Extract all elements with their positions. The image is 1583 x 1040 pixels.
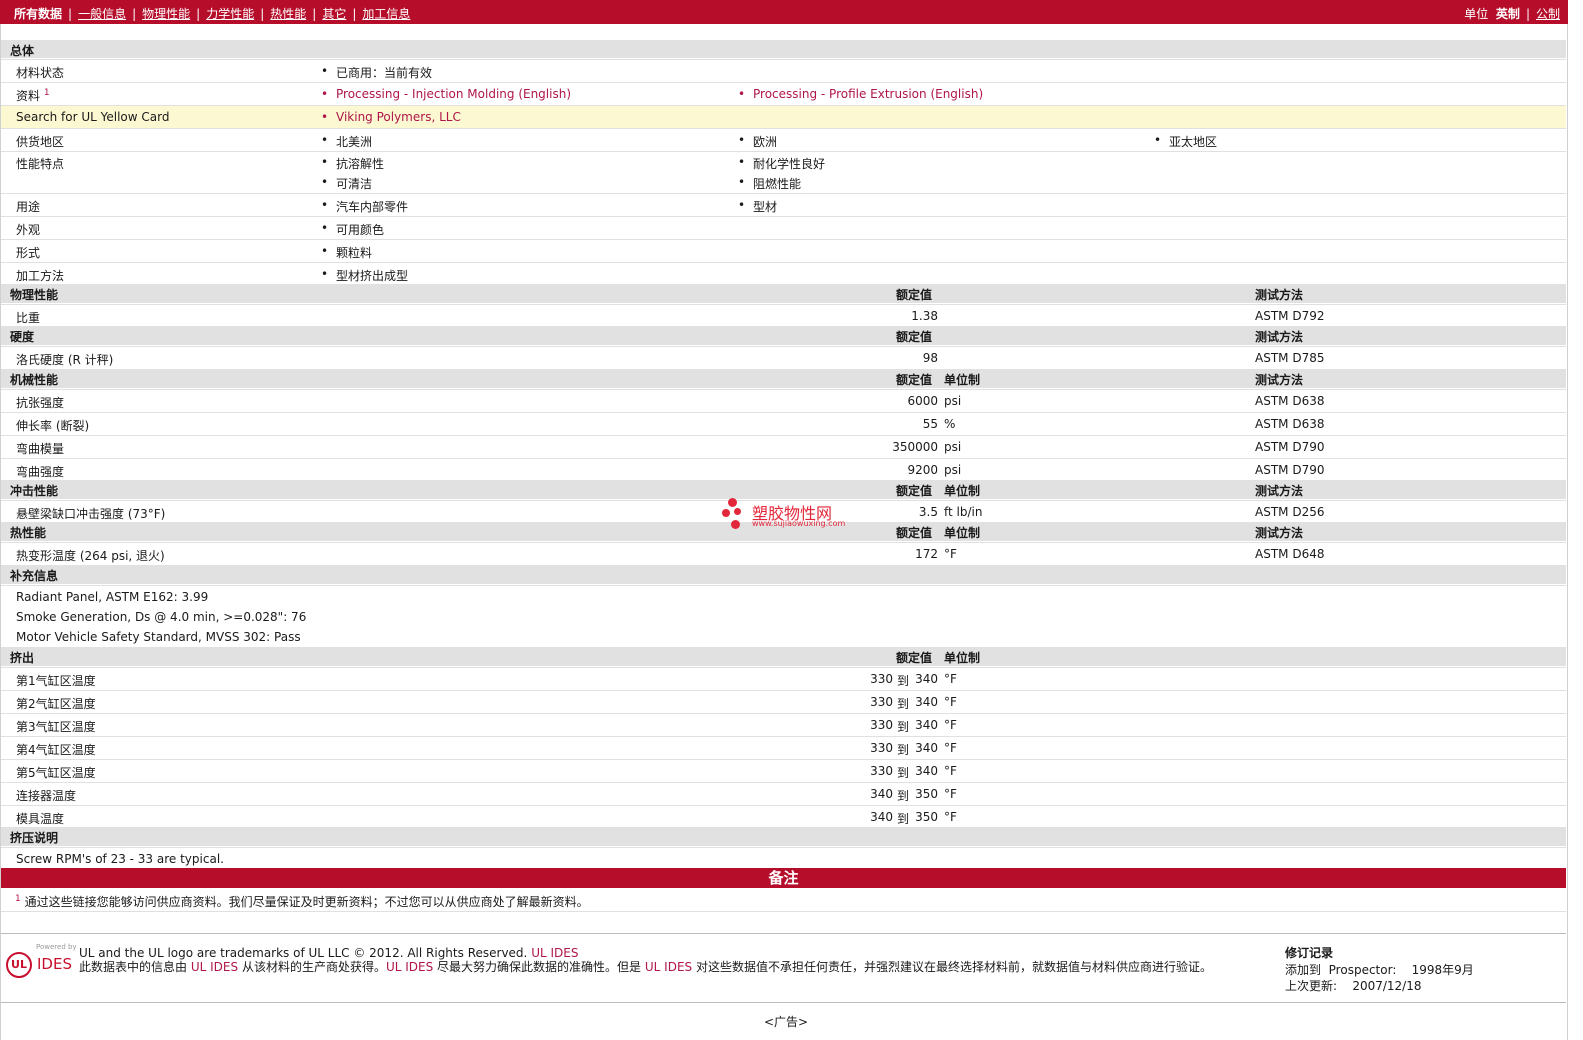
row-features: 性能特点 抗溶解性 耐化学性良好 可清洁 阻燃性能 (1, 151, 1566, 193)
row-appearance: 外观 可用颜色 (1, 216, 1566, 239)
units-imperial[interactable]: 英制 (1496, 7, 1520, 21)
row-adapter-temp: 连接器温度 340 到 350 °F (1, 782, 1566, 805)
row-elongation: 伸长率 (断裂) 55 % ASTM D638 (1, 412, 1566, 435)
extrusion-notes-text: Screw RPM's of 23 - 33 are typical. (1, 847, 1566, 869)
row-tensile-strength: 抗张强度 6000 psi ASTM D638 (1, 389, 1566, 412)
disclaimer: 此数据表中的信息由 UL IDES 从该材料的生产商处获得。UL IDES 尽最… (79, 960, 1212, 974)
section-extrusion-notes-header: 挤压说明 (1, 827, 1566, 846)
link-ul-ides[interactable]: UL IDES (531, 946, 578, 960)
revision-title: 修订记录 (1285, 946, 1334, 960)
ad-label: <广告> (764, 1015, 809, 1029)
row-heat-deflection: 热变形温度 (264 psi, 退火) 172 °F ASTM D648 (1, 542, 1566, 565)
row-form: 形式 颗粒料 (1, 239, 1566, 262)
row-die-temp: 模具温度 340 到 350 °F (1, 805, 1566, 827)
nav-all-data[interactable]: 所有数据 (14, 7, 62, 21)
row-specific-gravity: 比重 1.38 ASTM D792 (1, 304, 1566, 326)
row-processing-method: 加工方法 型材挤出成型 (1, 262, 1566, 284)
section-mechanical-header: 机械性能 额定值 单位制 测试方法 (1, 369, 1566, 388)
tab-physical[interactable]: 物理性能 (142, 7, 190, 21)
tab-processing[interactable]: 加工信息 (362, 7, 410, 21)
section-supplement-header: 补充信息 (1, 565, 1566, 584)
link-viking-polymers[interactable]: Viking Polymers, LLC (321, 110, 461, 124)
row-material-status: 材料状态 已商用：当前有效 (1, 59, 1566, 82)
tab-general[interactable]: 一般信息 (78, 7, 126, 21)
section-hardness-header: 硬度 额定值 测试方法 (1, 326, 1566, 345)
units-metric[interactable]: 公制 (1536, 7, 1560, 21)
notes-divider (1, 911, 1566, 912)
row-zone3-temp: 第3气缸区温度 330 到 340 °F (1, 713, 1566, 736)
units-label: 单位 (1464, 7, 1489, 21)
section-physical-header: 物理性能 额定值 测试方法 (1, 284, 1566, 303)
row-zone1-temp: 第1气缸区温度 330 到 340 °F (1, 667, 1566, 690)
watermark-logo: 塑胶物性网 www.sujiaowuxing.com (722, 497, 852, 533)
row-zone5-temp: 第5气缸区温度 330 到 340 °F (1, 759, 1566, 782)
notes-header: 备注 (1, 868, 1566, 888)
ul-ides-logo: Powered by UL IDES (6, 943, 77, 983)
section-extrusion-header: 挤出 额定值 单位制 (1, 647, 1566, 666)
tab-other[interactable]: 其它 (322, 7, 346, 21)
link-processing-extrusion[interactable]: Processing - Profile Extrusion (English) (738, 87, 983, 101)
row-ul-yellow-card: Search for UL Yellow Card Viking Polymer… (1, 105, 1566, 128)
footer: Powered by UL IDES UL and the UL logo ar… (1, 933, 1566, 1003)
row-flexural-strength: 弯曲强度 9200 psi ASTM D790 (1, 458, 1566, 480)
row-zone4-temp: 第4气缸区温度 330 到 340 °F (1, 736, 1566, 759)
row-documents: 资料 1 Processing - Injection Molding (Eng… (1, 82, 1566, 105)
section-general-header: 总体 (1, 40, 1566, 58)
top-nav: 所有数据 | 一般信息 | 物理性能 | 力学性能 | 热性能 | 其它 | 加工信息 单位 英制 | 公制 (0, 0, 1568, 24)
supplement-block: Radiant Panel, ASTM E162: 3.99 Smoke Gen… (1, 585, 1566, 647)
tab-mechanical[interactable]: 力学性能 (206, 7, 254, 21)
tab-thermal[interactable]: 热性能 (270, 7, 306, 21)
row-uses: 用途 汽车内部零件 型材 (1, 193, 1566, 216)
row-flexural-modulus: 弯曲模量 350000 psi ASTM D790 (1, 435, 1566, 458)
link-processing-injection[interactable]: Processing - Injection Molding (English) (321, 87, 571, 101)
row-rockwell: 洛氏硬度 (R 计秤) 98 ASTM D785 (1, 346, 1566, 369)
row-zone2-temp: 第2气缸区温度 330 到 340 °F (1, 690, 1566, 713)
notes-row: 1 通过这些链接您能够访问供应商资料。我们尽量保证及时更新资料；不过您可以从供应… (15, 894, 589, 909)
watermark-url: www.sujiaowuxing.com (752, 519, 846, 528)
row-regions: 供货地区 北美洲 欧洲 亚太地区 (1, 128, 1566, 151)
